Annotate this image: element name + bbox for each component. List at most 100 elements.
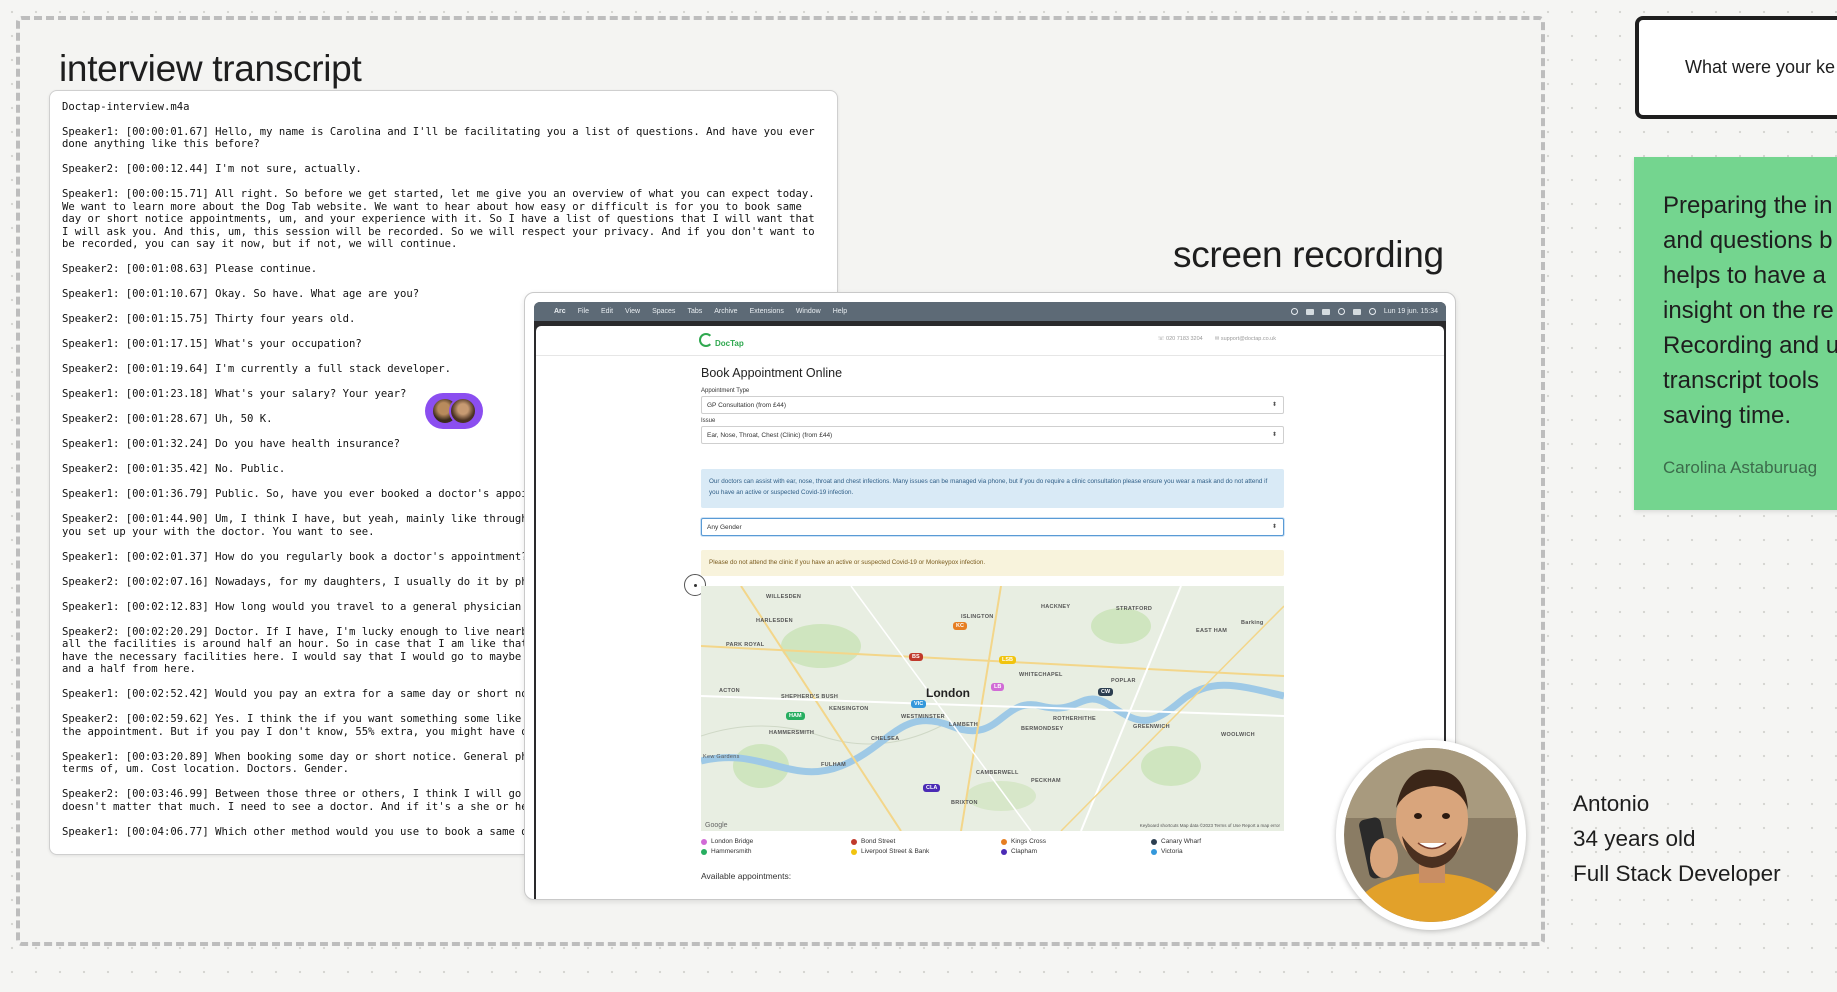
stethoscope-icon — [699, 332, 713, 347]
transcript-line: Speaker1: [00:00:01.67] Hello, my name i… — [62, 125, 821, 151]
support-email: support@doctap.co.uk — [1220, 336, 1276, 342]
menubar-clock: Lun 19 jun. 15:34 — [1383, 308, 1438, 315]
map-label: HACKNEY — [1041, 604, 1071, 610]
menubar-item: View — [625, 308, 641, 315]
sticky-note-author: Carolina Astaburuag — [1663, 458, 1818, 477]
map-marker-ham[interactable]: HAM — [786, 712, 805, 720]
phone-number: 020 7183 3204 — [1166, 336, 1203, 342]
note-line: transcript tools — [1663, 367, 1820, 394]
map-city-label: London — [926, 686, 970, 700]
issue-select[interactable]: Ear, Nose, Throat, Chest (Clinic) (from … — [701, 426, 1284, 444]
doctap-logo[interactable]: DocTap — [699, 331, 744, 348]
map-label: FULHAM — [821, 762, 847, 768]
note-line: saving time. — [1663, 402, 1792, 429]
menubar-item: Archive — [714, 308, 738, 315]
warning-alert: Please do not attend the clinic if you h… — [701, 550, 1284, 576]
persona-details: Antonio 34 years old Full Stack Develope… — [1573, 786, 1781, 891]
legend-dot-icon — [1001, 838, 1007, 845]
map-label: EAST HAM — [1196, 628, 1228, 634]
select-caret-icon: ⬍ — [1271, 524, 1277, 530]
transcript-line: Speaker2: [00:00:12.44] I'm not sure, ac… — [62, 163, 362, 175]
participants-avatars[interactable] — [425, 393, 483, 429]
map-marker-cw[interactable]: CW — [1098, 688, 1114, 696]
available-appointments-heading: Available appointments: — [701, 871, 792, 881]
map-label: BRIXTON — [951, 800, 978, 806]
menubar-item: Edit — [600, 308, 614, 315]
note-line: and questions b — [1663, 227, 1833, 254]
legend-item: Hammersmith — [701, 848, 851, 855]
status-icon — [1321, 308, 1330, 315]
map-label: STRATFORD — [1116, 606, 1153, 612]
map-marker-cla[interactable]: CLA — [923, 784, 941, 792]
contact-info: ☏ 020 7183 3204 ✉ support@doctap.co.uk — [1157, 336, 1276, 342]
map-marker-bs[interactable]: BS — [909, 653, 923, 661]
avatar — [449, 397, 477, 425]
select-caret-icon: ⬍ — [1271, 432, 1277, 438]
legend-dot-icon — [851, 848, 857, 855]
issue-label: Issue — [701, 418, 716, 424]
screen-recording-window[interactable]: Arc File Edit View Spaces Tabs Archive E… — [524, 292, 1456, 900]
note-line: insight on the re — [1663, 297, 1834, 324]
map-label: HARLESDEN — [756, 618, 793, 624]
map-marker-lb[interactable]: LB — [991, 683, 1005, 691]
gender-select[interactable]: Any Gender ⬍ — [701, 518, 1284, 536]
status-icon — [1337, 308, 1345, 315]
logo-text: DocTap — [715, 339, 744, 348]
map-label: POPLAR — [1111, 678, 1136, 684]
map-attribution[interactable]: Keyboard shortcuts Map data ©2023 Terms … — [1140, 823, 1280, 828]
question-card-text: What were your ke — [1685, 57, 1836, 77]
status-icon — [1305, 308, 1314, 315]
legend-dot-icon — [851, 838, 857, 845]
legend-item: Victoria — [1151, 848, 1301, 855]
note-line: Recording and u — [1663, 332, 1837, 359]
legend-item: Canary Wharf — [1151, 838, 1301, 845]
map-label: BERMONDSEY — [1021, 726, 1064, 732]
select-caret-icon: ⬍ — [1271, 402, 1277, 408]
menubar-item: Tabs — [687, 308, 703, 315]
map-marker-kc[interactable]: KC — [953, 622, 967, 630]
page-title: Book Appointment Online — [701, 366, 843, 380]
map-label: Kew Gardens — [703, 754, 740, 760]
menubar-app-name: Arc — [554, 308, 566, 315]
legend-dot-icon — [1151, 848, 1157, 855]
legend-dot-icon — [701, 848, 707, 855]
map-marker-lsb[interactable]: LSB — [999, 656, 1016, 664]
map-label: WOOLWICH — [1221, 732, 1255, 738]
persona-role: Full Stack Developer — [1573, 861, 1781, 886]
battery-icon — [1352, 308, 1361, 315]
note-line: Preparing the in — [1663, 192, 1833, 219]
map-label: PECKHAM — [1031, 778, 1061, 784]
portrait-image — [1344, 748, 1518, 922]
map-label: Barking — [1241, 620, 1264, 626]
clinic-map[interactable]: WILLESDEN HARLESDEN ISLINGTON HACKNEY ST… — [701, 586, 1284, 831]
transcript-line: Speaker2: [00:01:08.63] Please continue. — [62, 263, 318, 275]
interviewee-photo — [1336, 740, 1526, 930]
info-alert: Our doctors can assist with ear, nose, t… — [701, 469, 1284, 508]
appointment-type-select[interactable]: GP Consultation (from £44) ⬍ — [701, 396, 1284, 414]
map-label: HAMMERSMITH — [769, 730, 815, 736]
wifi-icon — [1368, 308, 1376, 315]
map-label: CAMBERWELL — [976, 770, 1019, 776]
transcript-filename: Doctap-interview.m4a — [62, 101, 190, 113]
note-line: helps to have a — [1663, 262, 1826, 289]
legend-item: Clapham — [1001, 848, 1151, 855]
map-label: ACTON — [719, 688, 740, 694]
menubar-item: Spaces — [652, 308, 676, 315]
menubar-item: Window — [795, 308, 821, 315]
menubar-item: Help — [832, 308, 848, 315]
appointment-type-value: GP Consultation (from £44) — [707, 402, 786, 409]
browser-page: DocTap ☏ 020 7183 3204 ✉ support@doctap.… — [536, 326, 1444, 899]
menubar-item: File — [577, 308, 589, 315]
map-label: ROTHERHITHE — [1053, 716, 1097, 722]
gender-value: Any Gender — [707, 524, 742, 531]
map-marker-vic[interactable]: VIC — [911, 700, 927, 708]
map-label: PARK ROYAL — [726, 642, 765, 648]
issue-value: Ear, Nose, Throat, Chest (Clinic) (from … — [707, 432, 833, 439]
map-label: ISLINGTON — [961, 614, 994, 620]
map-label: KENSINGTON — [829, 706, 869, 712]
site-header: DocTap ☏ 020 7183 3204 ✉ support@doctap.… — [536, 326, 1444, 356]
mac-menubar: Arc File Edit View Spaces Tabs Archive E… — [534, 302, 1446, 321]
menubar-item: Extensions — [749, 308, 784, 315]
map-label: CHELSEA — [871, 736, 900, 742]
google-logo: Google — [705, 822, 728, 829]
